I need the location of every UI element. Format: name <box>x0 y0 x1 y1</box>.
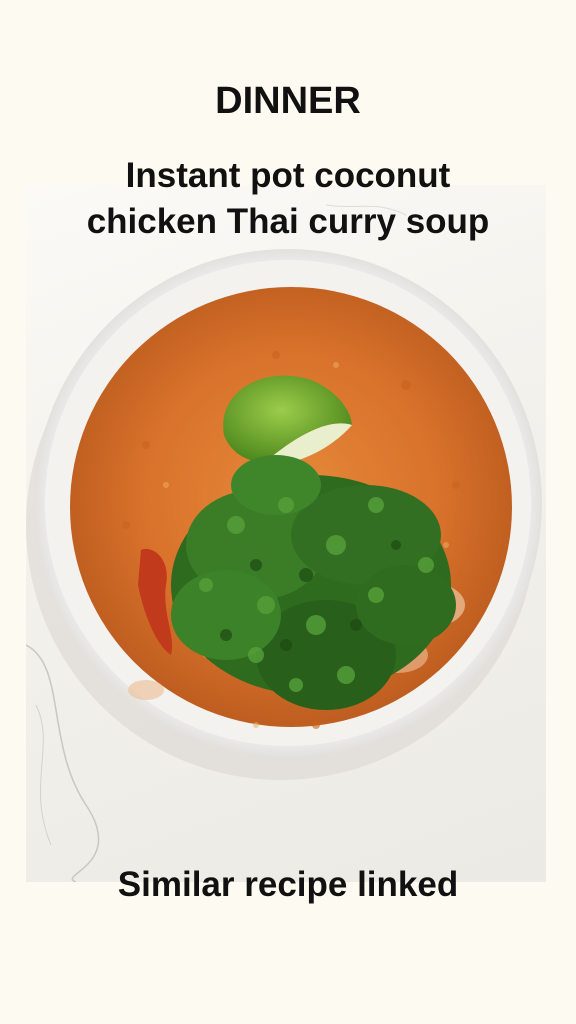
soup-photo <box>26 185 546 882</box>
story-title: DINNER <box>215 80 361 122</box>
recipe-name: Instant pot coconut chicken Thai curry s… <box>0 153 576 245</box>
story-page: DINNER Instant pot coconut chicken Thai … <box>0 0 576 1024</box>
chicken-piece <box>128 680 164 700</box>
soup-bowl-image <box>26 204 542 882</box>
recipe-link-caption: Similar recipe linked <box>117 865 459 904</box>
marble-vein <box>35 704 52 846</box>
recipe-name-line-2: chicken Thai curry soup <box>86 202 490 241</box>
recipe-name-line-1: Instant pot coconut <box>125 156 451 195</box>
